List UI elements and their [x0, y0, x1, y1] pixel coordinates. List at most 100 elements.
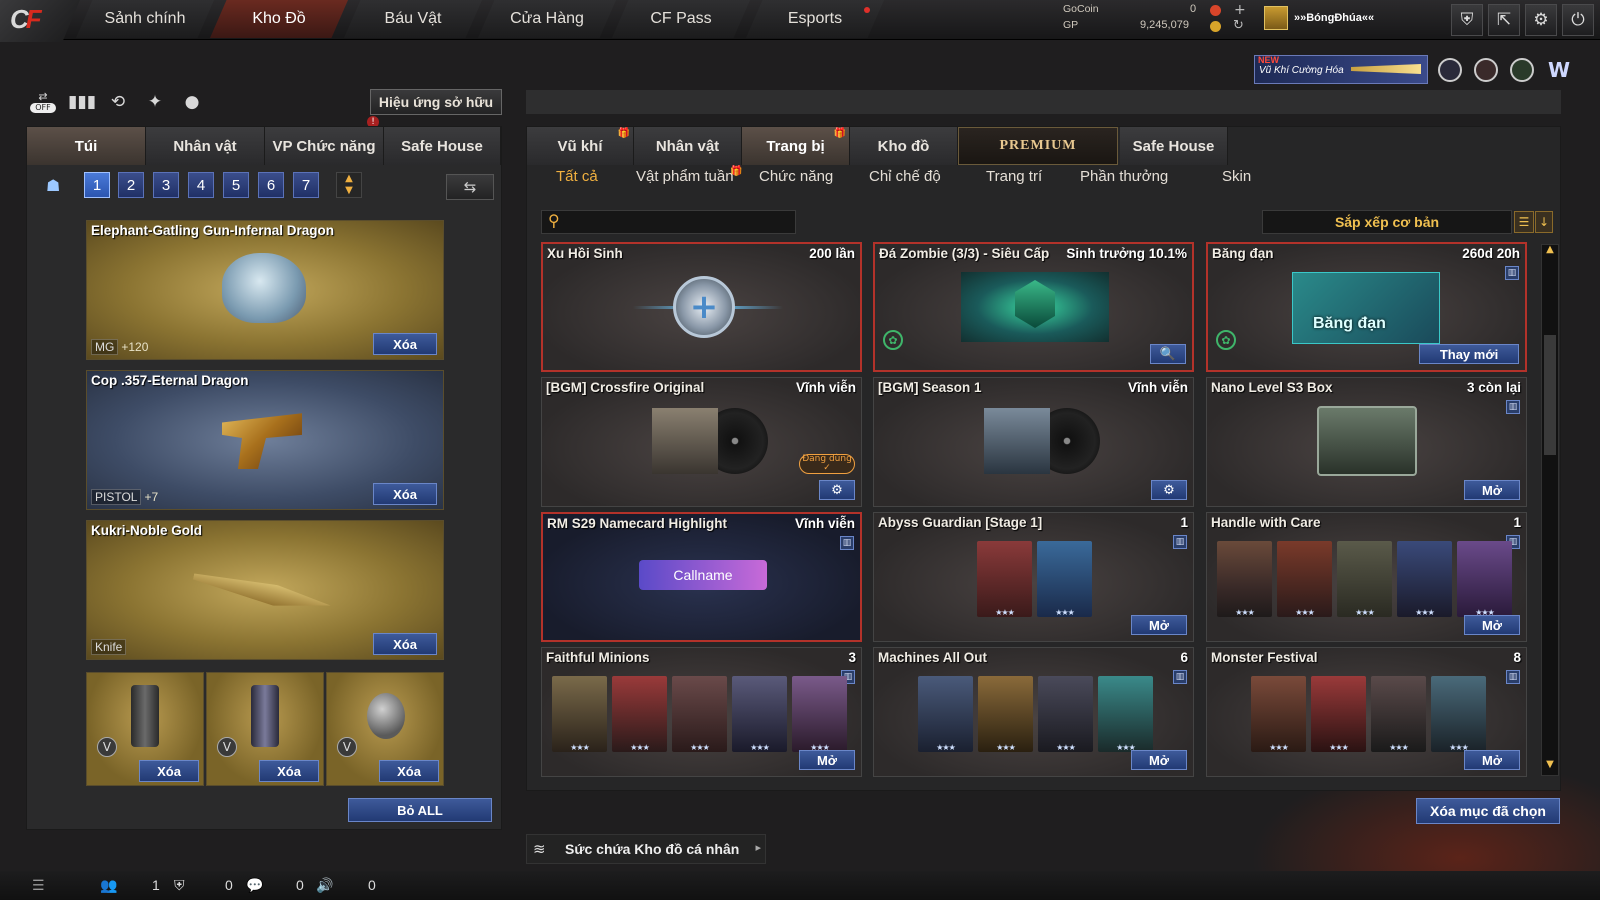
gear-button[interactable]: ⚙	[1151, 480, 1187, 500]
history-icon[interactable]: ⟲	[105, 92, 131, 116]
tab-storage[interactable]: Kho đồ	[850, 127, 958, 165]
tab-safe-house-right[interactable]: Safe House	[1120, 127, 1228, 165]
subtab-decoration[interactable]: Trang trí	[986, 168, 1042, 185]
tab-premium[interactable]: PREMIUM	[958, 127, 1118, 165]
search-box[interactable]: ⚲	[541, 210, 796, 234]
speaker-icon[interactable]: 🔊	[316, 877, 333, 894]
chat-bubble-icon[interactable]: 💬	[246, 877, 263, 894]
open-button[interactable]: Mở	[799, 750, 855, 770]
delete-button[interactable]: Xóa	[373, 333, 437, 355]
item-card-magazine[interactable]: Băng đạn 260d 20h ▥ Băng đạn ✿ Thay mới	[1206, 242, 1527, 372]
menu-list-icon[interactable]: ☰	[32, 877, 45, 894]
trash-icon[interactable]: ▥	[1506, 400, 1520, 414]
tab-functional[interactable]: VP Chức năng	[265, 127, 384, 165]
page-button-3[interactable]: 3	[153, 172, 179, 198]
magnify-button[interactable]: 🔍	[1150, 344, 1186, 364]
item-card-revive-coin[interactable]: Xu Hồi Sinh 200 lần +	[541, 242, 862, 372]
nav-tab-lobby[interactable]: Sảnh chính	[76, 0, 214, 38]
sort-direction-icon[interactable]: ↓	[1535, 211, 1553, 233]
grenade-slot[interactable]: V Xóa	[86, 672, 204, 786]
shield-icon[interactable]: ⛨	[1451, 4, 1483, 36]
item-card-nano-box[interactable]: Nano Level S3 Box 3 còn lại ▥ Mở	[1206, 377, 1527, 507]
grenade-slot[interactable]: V Xóa	[206, 672, 324, 786]
item-card-abyss-guardian[interactable]: Abyss Guardian [Stage 1] 1 ▥ ★★★ ★★★ Mở	[873, 512, 1194, 642]
subtab-mode-only[interactable]: Chỉ chế độ	[869, 168, 941, 185]
scrollbar-track[interactable]: ▲ ▼	[1541, 244, 1559, 776]
event-icon-1[interactable]	[1438, 58, 1462, 82]
gear-button[interactable]: ⚙	[819, 480, 855, 500]
item-card-machines-all-out[interactable]: Machines All Out 6 ▥ ★★★ ★★★ ★★★ ★★★ Mở	[873, 647, 1194, 777]
grenade-slot[interactable]: V Xóa	[326, 672, 444, 786]
delete-button[interactable]: Xóa	[373, 483, 437, 505]
character-select-icon[interactable]: ☗	[46, 176, 66, 196]
capacity-bar[interactable]: ≋ Sức chứa Kho đồ cá nhân ▸	[526, 834, 766, 864]
page-button-7[interactable]: 7	[293, 172, 319, 198]
list-view-icon[interactable]: ☰	[1514, 211, 1534, 233]
promo-banner[interactable]: NEW Vũ Khí Cường Hóa	[1254, 55, 1428, 84]
search-input[interactable]	[570, 213, 790, 231]
scroll-up-icon[interactable]: ▲	[1542, 244, 1558, 258]
open-button[interactable]: Mở	[1131, 750, 1187, 770]
tab-weapons[interactable]: Vũ khí 🎁	[527, 127, 634, 165]
item-card-monster-festival[interactable]: Monster Festival 8 ▥ ★★★ ★★★ ★★★ ★★★ Mở	[1206, 647, 1527, 777]
open-button[interactable]: Mở	[1464, 480, 1520, 500]
item-card-namecard[interactable]: RM S29 Namecard Highlight Vĩnh viễn ▥ Ca…	[541, 512, 862, 642]
gear-icon[interactable]: ⚙	[1525, 4, 1557, 36]
inventory-item[interactable]: Cop .357-Eternal Dragon PISTOL +7 Xóa	[86, 370, 444, 510]
remove-all-button[interactable]: Bỏ ALL	[348, 798, 492, 822]
item-card-zombie-stone[interactable]: Đá Zombie (3/3) - Siêu Cấp Sinh trưởng 1…	[873, 242, 1194, 372]
clan-shield-icon[interactable]: ⛨	[174, 877, 185, 894]
delete-button[interactable]: Xóa	[379, 760, 439, 782]
inventory-item[interactable]: Elephant-Gatling Gun-Infernal Dragon MG +…	[86, 220, 444, 360]
friends-icon[interactable]: 👥	[100, 877, 117, 894]
exit-door-icon[interactable]: ⇱	[1488, 4, 1520, 36]
add-coin-icon[interactable]: +	[1234, 2, 1246, 18]
item-card-faithful-minions[interactable]: Faithful Minions 3 ▥ ★★★ ★★★ ★★★ ★★★ ★★★…	[541, 647, 862, 777]
item-card-bgm-season1[interactable]: [BGM] Season 1 Vĩnh viễn ⚙	[873, 377, 1194, 507]
page-button-4[interactable]: 4	[188, 172, 214, 198]
grenade-icon[interactable]: ●	[179, 92, 205, 116]
tab-safe-house-left[interactable]: Safe House	[384, 127, 501, 165]
effect-button[interactable]: Hiệu ứng sở hữu	[370, 89, 502, 115]
event-icon-2[interactable]	[1474, 58, 1498, 82]
open-button[interactable]: Mở	[1464, 750, 1520, 770]
subtab-weekly[interactable]: Vật phẩm tuần	[636, 168, 734, 185]
off-toggle-icon[interactable]: ⇄ OFF	[30, 90, 56, 114]
trash-icon[interactable]: ▥	[840, 536, 854, 550]
inventory-item[interactable]: Kukri-Noble Gold Knife Xóa	[86, 520, 444, 660]
scrollbar-thumb[interactable]	[1544, 335, 1556, 455]
nav-tab-cfpass[interactable]: CF Pass	[612, 0, 750, 38]
delete-button[interactable]: Xóa	[139, 760, 199, 782]
power-icon[interactable]: ⏻	[1562, 4, 1594, 36]
nav-tab-esports[interactable]: Esports	[746, 0, 884, 38]
subtab-functional[interactable]: Chức năng	[759, 168, 833, 185]
tab-equipment[interactable]: Trang bị 🎁	[742, 127, 850, 165]
trash-icon[interactable]: ▥	[1506, 670, 1520, 684]
sort-dropdown[interactable]: Sắp xếp cơ bản	[1262, 210, 1512, 234]
open-button[interactable]: Mở	[1131, 615, 1187, 635]
delete-button[interactable]: Xóa	[259, 760, 319, 782]
page-button-6[interactable]: 6	[258, 172, 284, 198]
trash-icon[interactable]: ▥	[1173, 670, 1187, 684]
page-button-5[interactable]: 5	[223, 172, 249, 198]
delete-button[interactable]: Xóa	[373, 633, 437, 655]
page-button-2[interactable]: 2	[118, 172, 144, 198]
item-card-bgm-original[interactable]: [BGM] Crossfire Original Vĩnh viễn Đang …	[541, 377, 862, 507]
open-button[interactable]: Mở	[1464, 615, 1520, 635]
tab-character[interactable]: Nhân vật	[146, 127, 265, 165]
cf-logo[interactable]: CF	[0, 0, 80, 42]
event-icon-3[interactable]	[1510, 58, 1534, 82]
page-button-1[interactable]: 1	[84, 172, 110, 198]
tab-characters[interactable]: Nhân vật	[634, 127, 742, 165]
refresh-icon[interactable]: ↻	[1233, 18, 1244, 33]
nav-tab-treasure[interactable]: Báu Vật	[344, 0, 482, 38]
renew-button[interactable]: Thay mới	[1419, 344, 1519, 364]
scroll-down-icon[interactable]: ▼	[1542, 759, 1558, 773]
item-card-handle-with-care[interactable]: Handle with Care 1 ▥ ★★★ ★★★ ★★★ ★★★ ★★★…	[1206, 512, 1527, 642]
nav-tab-inventory[interactable]: Kho Đồ	[210, 0, 348, 38]
username[interactable]: »»BóngĐhúa««	[1294, 12, 1374, 24]
nav-tab-shop[interactable]: Cửa Hàng	[478, 0, 616, 38]
stats-icon[interactable]: ▮▮▮	[68, 92, 96, 116]
soldier-icon[interactable]: ✦	[142, 92, 168, 116]
subtab-all[interactable]: Tất cả	[556, 168, 598, 185]
